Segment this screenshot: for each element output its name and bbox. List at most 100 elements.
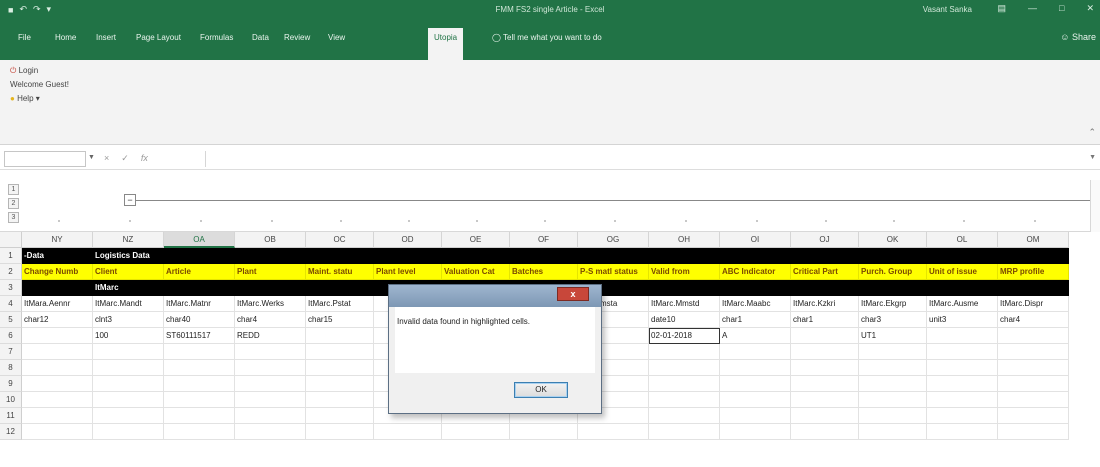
- login-button[interactable]: ⏻ Login: [10, 66, 38, 76]
- cell-ny5[interactable]: char12: [22, 312, 93, 328]
- cell-oc12[interactable]: [306, 424, 374, 440]
- cell-ny4[interactable]: ItMara.Aennr: [22, 296, 93, 312]
- column-header-ol[interactable]: OL: [927, 232, 998, 248]
- cell-ol12[interactable]: [927, 424, 998, 440]
- cell-ok4[interactable]: ItMarc.Ekgrp: [859, 296, 927, 312]
- outline-level-2-button[interactable]: 2: [8, 198, 19, 209]
- cell-ob6[interactable]: REDD: [235, 328, 306, 344]
- cell-nz6[interactable]: 100: [93, 328, 164, 344]
- cell-ok8[interactable]: [859, 360, 927, 376]
- cell-ny2[interactable]: Change Numb: [22, 264, 93, 280]
- cell-ny12[interactable]: [22, 424, 93, 440]
- formula-input[interactable]: [205, 151, 1090, 167]
- cell-oj10[interactable]: [791, 392, 859, 408]
- cell-om3[interactable]: [998, 280, 1069, 296]
- cell-oa8[interactable]: [164, 360, 235, 376]
- tab-home[interactable]: Home: [55, 33, 76, 42]
- cell-og12[interactable]: [578, 424, 649, 440]
- minimize-icon[interactable]: —: [1028, 3, 1037, 14]
- cell-ob9[interactable]: [235, 376, 306, 392]
- cell-oa10[interactable]: [164, 392, 235, 408]
- ribbon-display-icon[interactable]: ▤: [998, 3, 1007, 14]
- cell-og2[interactable]: P-S matl status: [578, 264, 649, 280]
- row-header-12[interactable]: 12: [0, 424, 22, 440]
- cell-om4[interactable]: ItMarc.Dispr: [998, 296, 1069, 312]
- row-header-11[interactable]: 11: [0, 408, 22, 424]
- cell-ny7[interactable]: [22, 344, 93, 360]
- cell-oe1[interactable]: [442, 248, 510, 264]
- row-header-9[interactable]: 9: [0, 376, 22, 392]
- column-header-oa[interactable]: OA: [164, 232, 235, 248]
- row-header-2[interactable]: 2: [0, 264, 22, 280]
- cell-ol5[interactable]: unit3: [927, 312, 998, 328]
- cell-nz7[interactable]: [93, 344, 164, 360]
- user-name[interactable]: Vasant Sanka: [923, 5, 972, 14]
- cell-oh1[interactable]: [649, 248, 720, 264]
- cell-oc10[interactable]: [306, 392, 374, 408]
- column-header-oi[interactable]: OI: [720, 232, 791, 248]
- cell-om12[interactable]: [998, 424, 1069, 440]
- cell-of1[interactable]: [510, 248, 578, 264]
- cell-oj7[interactable]: [791, 344, 859, 360]
- cell-oi1[interactable]: [720, 248, 791, 264]
- cell-oh6[interactable]: 02-01-2018: [649, 328, 720, 344]
- column-header-od[interactable]: OD: [374, 232, 442, 248]
- cell-nz4[interactable]: ItMarc.Mandt: [93, 296, 164, 312]
- cell-nz1[interactable]: Logistics Data: [93, 248, 164, 264]
- cell-om8[interactable]: [998, 360, 1069, 376]
- cell-ob11[interactable]: [235, 408, 306, 424]
- row-header-3[interactable]: 3: [0, 280, 22, 296]
- dialog-ok-button[interactable]: OK: [514, 382, 568, 398]
- tab-review[interactable]: Review: [284, 33, 310, 42]
- cell-oj11[interactable]: [791, 408, 859, 424]
- cell-og1[interactable]: [578, 248, 649, 264]
- cell-oj5[interactable]: char1: [791, 312, 859, 328]
- cell-oc4[interactable]: ItMarc.Pstat: [306, 296, 374, 312]
- cell-ok12[interactable]: [859, 424, 927, 440]
- cell-nz10[interactable]: [93, 392, 164, 408]
- cell-oh12[interactable]: [649, 424, 720, 440]
- row-header-10[interactable]: 10: [0, 392, 22, 408]
- cell-ny11[interactable]: [22, 408, 93, 424]
- cell-oc9[interactable]: [306, 376, 374, 392]
- cell-oh4[interactable]: ItMarc.Mmstd: [649, 296, 720, 312]
- cell-ol3[interactable]: [927, 280, 998, 296]
- cell-om7[interactable]: [998, 344, 1069, 360]
- cell-nz11[interactable]: [93, 408, 164, 424]
- row-header-8[interactable]: 8: [0, 360, 22, 376]
- cell-ny9[interactable]: [22, 376, 93, 392]
- tab-utopia[interactable]: Utopia: [428, 28, 464, 60]
- column-header-oe[interactable]: OE: [442, 232, 510, 248]
- column-header-oc[interactable]: OC: [306, 232, 374, 248]
- cell-oa1[interactable]: [164, 248, 235, 264]
- cell-ok9[interactable]: [859, 376, 927, 392]
- cell-oa4[interactable]: ItMarc.Matnr: [164, 296, 235, 312]
- cancel-icon[interactable]: ×: [104, 153, 109, 164]
- cell-om11[interactable]: [998, 408, 1069, 424]
- cell-nz2[interactable]: Client: [93, 264, 164, 280]
- cell-ol9[interactable]: [927, 376, 998, 392]
- cell-oj2[interactable]: Critical Part: [791, 264, 859, 280]
- cell-ok10[interactable]: [859, 392, 927, 408]
- cell-ol2[interactable]: Unit of issue: [927, 264, 998, 280]
- tab-formulas[interactable]: Formulas: [200, 33, 233, 42]
- row-header-6[interactable]: 6: [0, 328, 22, 344]
- cell-oi12[interactable]: [720, 424, 791, 440]
- expand-formula-icon[interactable]: ▼: [1089, 154, 1096, 161]
- cell-ny3[interactable]: [22, 280, 93, 296]
- cell-ok11[interactable]: [859, 408, 927, 424]
- cell-oh7[interactable]: [649, 344, 720, 360]
- name-box-dropdown-icon[interactable]: ▼: [88, 154, 95, 161]
- row-header-4[interactable]: 4: [0, 296, 22, 312]
- cell-oi9[interactable]: [720, 376, 791, 392]
- cell-ol6[interactable]: [927, 328, 998, 344]
- help-menu[interactable]: ● Help ▾: [10, 94, 40, 103]
- cell-of2[interactable]: Batches: [510, 264, 578, 280]
- cell-oi5[interactable]: char1: [720, 312, 791, 328]
- column-header-of[interactable]: OF: [510, 232, 578, 248]
- cell-oc6[interactable]: [306, 328, 374, 344]
- cell-oi3[interactable]: [720, 280, 791, 296]
- cell-ok2[interactable]: Purch. Group: [859, 264, 927, 280]
- cell-oi4[interactable]: ItMarc.Maabc: [720, 296, 791, 312]
- name-box[interactable]: [4, 151, 86, 167]
